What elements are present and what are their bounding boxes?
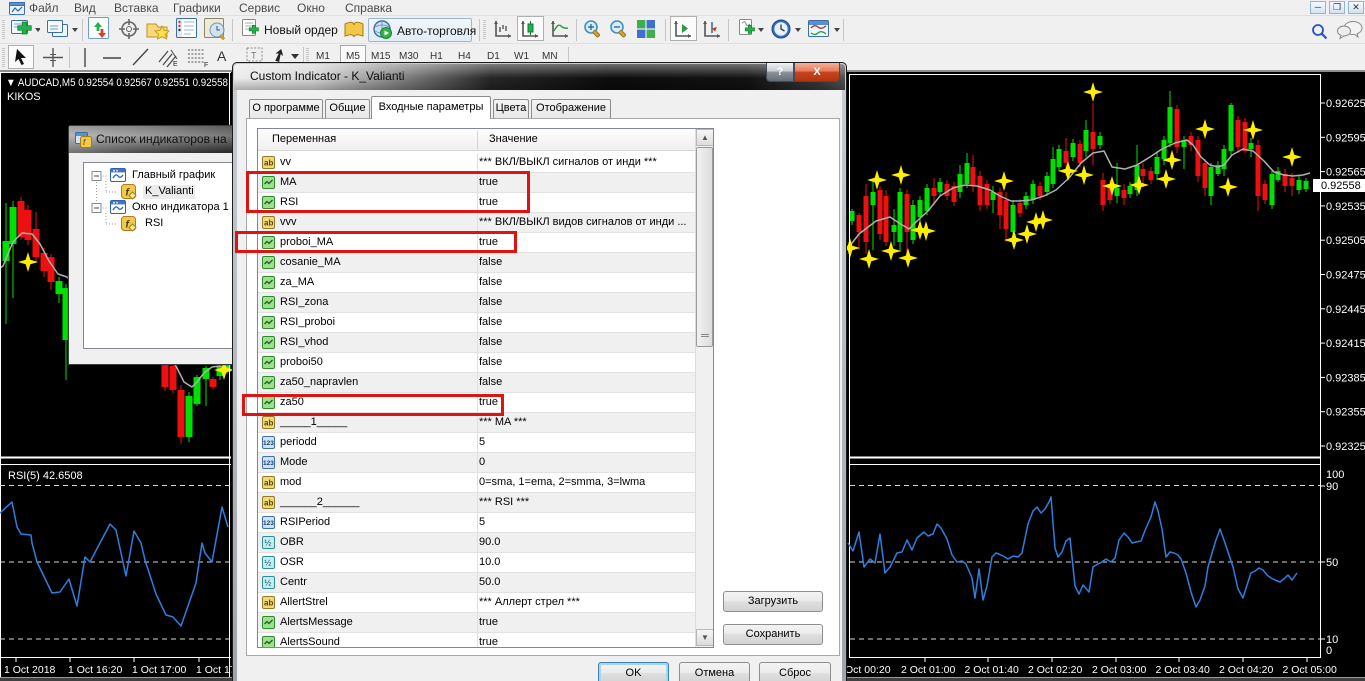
svg-text:1 Oct 17:00: 1 Oct 17:00 [132,664,186,676]
svg-text:0.92625: 0.92625 [1326,98,1365,110]
svg-text:0: 0 [1326,645,1332,657]
svg-text:KIKOS: KIKOS [7,91,41,103]
svg-text:0.92385: 0.92385 [1326,372,1365,384]
svg-text:ab: ab [264,219,273,228]
svg-text:0.92558: 0.92558 [1321,180,1361,192]
svg-text:T: T [251,51,257,61]
svg-text:123: 123 [263,440,274,447]
svg-text:RSI(5) 42.6508: RSI(5) 42.6508 [8,470,83,482]
svg-text:2 Oct 05:00: 2 Oct 05:00 [1283,664,1337,676]
svg-text:123: 123 [263,460,274,467]
svg-text:Oct 00:20: Oct 00:20 [847,664,891,676]
svg-text:90: 90 [1326,481,1338,493]
svg-text:2 Oct 04:20: 2 Oct 04:20 [1219,664,1273,676]
svg-text:2 Oct 01:40: 2 Oct 01:40 [965,664,1019,676]
svg-text:2 Oct 01:00: 2 Oct 01:00 [901,664,955,676]
svg-text:0.92415: 0.92415 [1326,338,1365,350]
svg-text:½: ½ [265,579,272,588]
svg-text:0.92475: 0.92475 [1326,270,1365,282]
svg-text:ab: ab [264,499,273,508]
svg-text:0.92565: 0.92565 [1326,167,1365,179]
svg-text:0.92505: 0.92505 [1326,235,1365,247]
svg-text:2 Oct 03:40: 2 Oct 03:40 [1156,664,1210,676]
svg-text:F: F [204,62,208,69]
svg-text:50: 50 [1326,557,1338,569]
svg-text:0.92325: 0.92325 [1326,441,1365,453]
svg-text:123: 123 [263,520,274,527]
svg-text:2 Oct 02:20: 2 Oct 02:20 [1028,664,1082,676]
svg-text:1 Oct 16:20: 1 Oct 16:20 [68,664,122,676]
svg-text:1 Oct 17: 1 Oct 17 [196,664,232,676]
svg-text:E: E [173,61,178,68]
svg-text:0.92355: 0.92355 [1326,407,1365,419]
svg-text:ab: ab [264,159,273,168]
svg-text:0.92535: 0.92535 [1326,201,1365,213]
svg-text:½: ½ [265,559,272,568]
svg-text:100: 100 [1326,469,1344,481]
svg-text:ab: ab [264,599,273,608]
svg-text:ab: ab [264,479,273,488]
svg-text:½: ½ [265,539,272,548]
svg-text:2 Oct 03:00: 2 Oct 03:00 [1092,664,1146,676]
svg-text:0.92445: 0.92445 [1326,304,1365,316]
svg-text:0.92595: 0.92595 [1326,132,1365,144]
svg-text:▼ AUDCAD,M5 0.92554 0.92567 0: ▼ AUDCAD,M5 0.92554 0.92567 0.92551 0.92… [6,77,228,89]
svg-text:1 Oct 2018: 1 Oct 2018 [4,664,56,676]
svg-text:ab: ab [264,419,273,428]
